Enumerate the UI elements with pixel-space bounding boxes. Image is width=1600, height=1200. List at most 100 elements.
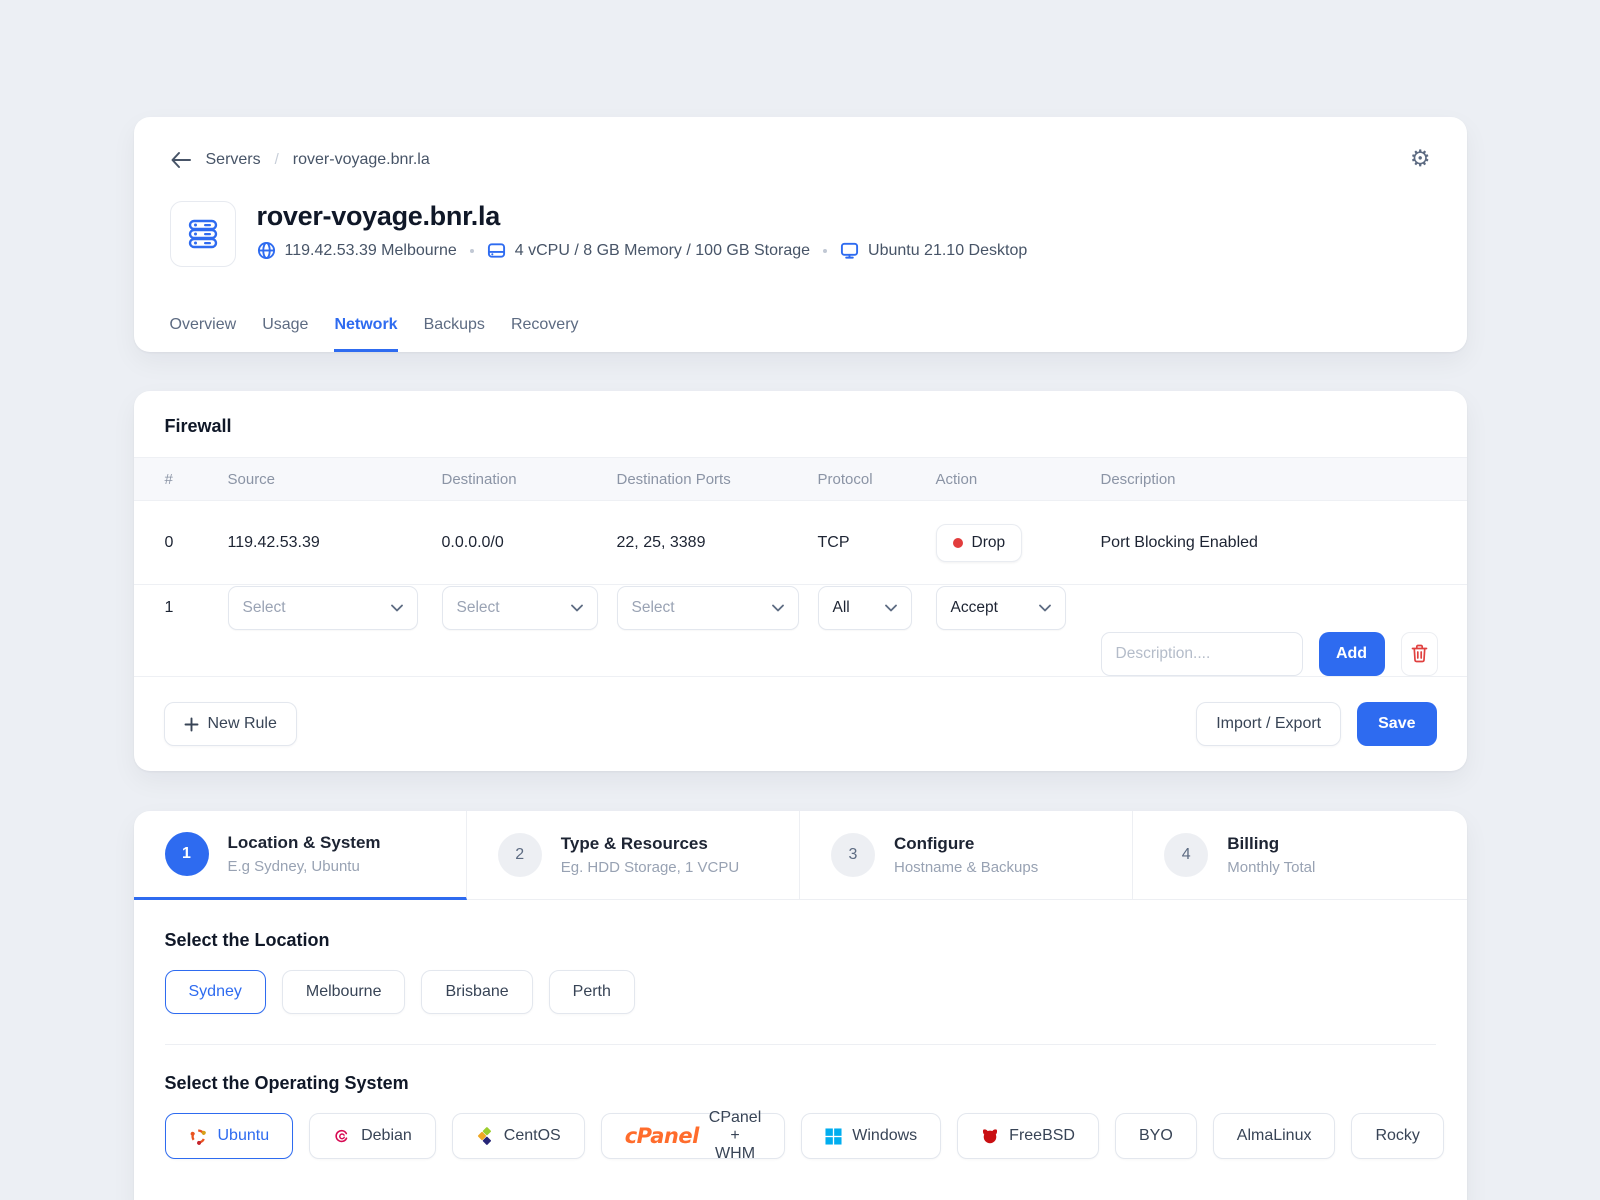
step-number-badge: 3 [831,833,875,877]
add-rule-button[interactable]: Add [1318,631,1385,676]
location-option-perth[interactable]: Perth [548,970,635,1014]
location-option-melbourne[interactable]: Melbourne [281,970,406,1014]
os-option-ubuntu[interactable]: Ubuntu [164,1113,294,1159]
rule-ports: 22, 25, 3389 [616,533,706,551]
os-option-rocky[interactable]: Rocky [1351,1113,1444,1159]
tab-overview[interactable]: Overview [170,316,237,352]
globe-icon [257,241,276,260]
back-arrow-icon[interactable] [170,151,192,169]
location-options: Sydney Melbourne Brisbane Perth [164,970,1436,1014]
action-select[interactable]: Accept [935,585,1066,630]
tab-recovery[interactable]: Recovery [511,316,579,352]
firewall-footer: New Rule Import / Export Save [133,676,1467,771]
step-number-badge: 1 [164,832,209,876]
firewall-table-header: # Source Destination Destination Ports P… [133,457,1467,501]
debian-logo-icon [333,1127,351,1145]
rule-destination: 0.0.0.0/0 [441,533,504,551]
os-options: Ubuntu Debian CentOS cPanel CPanel + WHM… [164,1109,1444,1162]
col-destination-ports: Destination Ports [616,470,731,488]
chevron-down-icon [884,604,897,611]
gear-icon: ⚙ [1409,146,1431,172]
source-select[interactable]: Select [227,585,418,630]
ports-select[interactable]: Select [616,585,799,630]
breadcrumb-current: rover-voyage.bnr.la [292,150,430,168]
meta-separator-dot [469,248,474,253]
page: Servers / rover-voyage.bnr.la ⚙ rover-vo… [133,0,1467,1200]
import-export-button[interactable]: Import / Export [1196,702,1342,746]
step-configure[interactable]: 3 Configure Hostname & Backups [800,811,1134,900]
destination-select[interactable]: Select [441,585,598,630]
os-option-windows[interactable]: Windows [801,1113,942,1159]
os-option-byo[interactable]: BYO [1114,1113,1197,1159]
section-divider [164,1044,1436,1045]
server-tabs: Overview Usage Network Backups Recovery [170,316,1431,352]
firewall-new-rule-row: 1 Select Select Select All Accept Descri… [133,584,1467,676]
location-section-title: Select the Location [164,930,330,950]
action-drop-pill[interactable]: Drop [935,523,1023,562]
protocol-select[interactable]: All [817,585,912,630]
drop-status-dot-icon [952,537,963,548]
step-number-badge: 4 [1164,833,1209,877]
server-specs: 4 vCPU / 8 GB Memory / 100 GB Storage [514,241,811,259]
centos-logo-icon [476,1127,494,1145]
action-drop-label: Drop [971,533,1006,551]
step-type-resources[interactable]: 2 Type & Resources Eg. HDD Storage, 1 VC… [466,811,800,900]
new-rule-button[interactable]: New Rule [163,702,297,746]
rule-protocol: TCP [817,533,850,551]
hard-drive-icon [487,241,506,260]
breadcrumb-root[interactable]: Servers [206,151,261,169]
trash-icon [1411,644,1427,663]
delete-rule-button[interactable] [1400,631,1438,676]
server-rack-icon [188,219,217,249]
os-option-debian[interactable]: Debian [309,1113,436,1159]
ubuntu-logo-icon [189,1127,208,1146]
tab-usage[interactable]: Usage [262,316,308,352]
chevron-down-icon [390,604,403,611]
step-billing[interactable]: 4 Billing Monthly Total [1133,811,1467,900]
server-meta: 119.42.53.39 Melbourne 4 vCPU / 8 GB Mem… [257,241,1028,260]
os-option-freebsd[interactable]: FreeBSD [957,1113,1099,1159]
col-protocol: Protocol [817,470,873,488]
os-option-cpanel[interactable]: cPanel CPanel + WHM [600,1109,786,1162]
server-avatar [169,201,236,267]
rule-index: 1 [164,598,174,616]
location-option-brisbane[interactable]: Brisbane [421,970,533,1014]
monitor-icon [840,241,859,260]
rule-source: 119.42.53.39 [227,533,320,551]
os-option-almalinux[interactable]: AlmaLinux [1212,1113,1336,1159]
col-index: # [164,470,173,488]
cpanel-logo-icon: cPanel [624,1124,700,1148]
chevron-down-icon [771,604,784,611]
os-option-centos[interactable]: CentOS [451,1113,585,1159]
server-os: Ubuntu 21.10 Desktop [868,241,1028,259]
wizard-stepper: 1 Location & System E.g Sydney, Ubuntu 2… [133,811,1467,900]
save-button[interactable]: Save [1357,702,1437,746]
breadcrumb: Servers / rover-voyage.bnr.la ⚙ [170,148,1431,171]
breadcrumb-separator: / [274,151,279,168]
col-action: Action [935,470,978,488]
location-option-sydney[interactable]: Sydney [164,970,266,1014]
settings-button[interactable]: ⚙ [1410,148,1431,171]
rule-index: 0 [164,533,174,551]
tab-backups[interactable]: Backups [424,316,485,352]
step-number-badge: 2 [497,833,542,877]
freebsd-logo-icon [981,1127,999,1145]
server-ip-location: 119.42.53.39 Melbourne [284,241,457,259]
firewall-card: Firewall # Source Destination Destinatio… [133,391,1467,771]
firewall-title: Firewall [164,416,232,436]
windows-logo-icon [825,1127,842,1145]
step-location-system[interactable]: 1 Location & System E.g Sydney, Ubuntu [133,811,467,900]
chevron-down-icon [570,604,583,611]
page-title: rover-voyage.bnr.la [256,201,501,231]
meta-separator-dot [823,248,828,253]
os-section-title: Select the Operating System [164,1073,409,1093]
table-row: 0 119.42.53.39 0.0.0.0/0 22, 25, 3389 TC… [134,501,1467,584]
provision-wizard-card: 1 Location & System E.g Sydney, Ubuntu 2… [133,811,1467,1200]
server-header-card: Servers / rover-voyage.bnr.la ⚙ rover-vo… [133,117,1467,352]
plus-icon [184,717,198,731]
col-destination: Destination [441,470,517,488]
tab-network[interactable]: Network [334,316,398,352]
col-description: Description [1100,470,1176,488]
description-input[interactable] [1100,631,1303,676]
rule-description: Port Blocking Enabled [1100,533,1258,551]
